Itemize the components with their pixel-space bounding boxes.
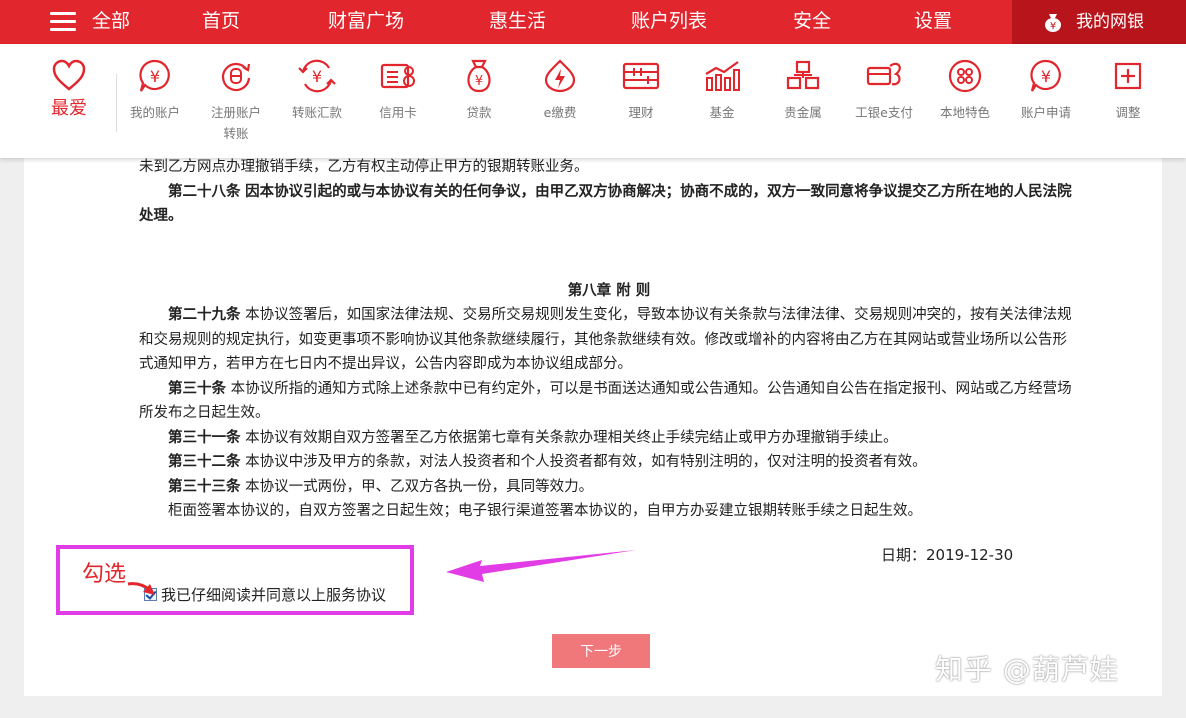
svg-text:¥: ¥ <box>475 74 483 89</box>
top-nav: 全部 首页 财富广场 惠生活 账户列表 安全 设置 ¥ 我的网银 <box>0 0 1186 44</box>
money-bag-icon: ¥ <box>467 59 491 93</box>
article-title: 第三十一条 <box>168 429 241 446</box>
my-bank-label: 我的网银 <box>1076 12 1144 32</box>
toolbar-label: 理财 <box>628 105 654 120</box>
article-body: 本协议有效期自双方签署至乙方依据第七章有关条款办理相关终止手续完结止或甲方办理撤… <box>245 429 898 446</box>
nav-all[interactable]: 全部 <box>92 0 130 44</box>
yen-bubble-icon: ¥ <box>1030 59 1061 92</box>
toolbar-label: e缴费 <box>543 105 577 120</box>
toolbar-label: 我的账户 <box>129 105 180 120</box>
yen-bubble-icon: ¥ <box>139 59 170 92</box>
bar-chart-icon <box>705 61 740 91</box>
article-title: 第三十三条 <box>168 478 241 495</box>
svg-text:¥: ¥ <box>150 67 160 86</box>
toolbar-label: 基金 <box>709 105 735 120</box>
article-body: 本协议签署后，如国家法律法规、交易所交易规则发生变化，导致本协议有关条款与法律法… <box>139 307 1072 372</box>
article-32: 第三十二条 本协议中涉及甲方的条款，对法人投资者和个人投资者都有效，如有特别注明… <box>139 450 1079 475</box>
favorites-label: 最爱 <box>51 98 87 119</box>
article-31: 第三十一条 本协议有效期自双方签署至乙方依据第七章有关条款办理相关终止手续完结止… <box>139 426 1079 451</box>
nav-settings[interactable]: 设置 <box>914 0 952 44</box>
chapter-title: 第八章 附 则 <box>567 282 651 299</box>
toolbar-label: 注册账户转账 <box>210 105 261 141</box>
toolbar-label: 信用卡 <box>379 105 417 120</box>
closing-paragraph: 柜面签署本协议的，自双方签署之日起生效；电子银行渠道签署本协议的，自甲方办妥建立… <box>168 503 922 519</box>
article-29: 第二十九条 本协议签署后，如国家法律法规、交易所交易规则发生变化，导致本协议有关… <box>139 303 1079 377</box>
svg-text:¥: ¥ <box>1041 67 1051 86</box>
toolbar-register-transfer[interactable]: 注册账户转账 <box>196 58 276 144</box>
toolbar-label: 账户申请 <box>1020 105 1071 120</box>
toolbar-precious-metal[interactable]: 贵金属 <box>763 58 843 123</box>
toolbar-label: 工银e支付 <box>855 105 913 120</box>
toolbar-e-payment[interactable]: e缴费 <box>520 58 600 123</box>
toolbar-account-application[interactable]: ¥ 账户申请 <box>1006 58 1086 123</box>
agreement-date: 日期：2019-12-30 <box>881 546 1014 564</box>
article-30: 第三十条 本协议所指的通知方式除上述条款中已有约定外，可以是书面送达通知或公告通… <box>139 377 1079 426</box>
agree-label: 我已仔细阅读并同意以上服务协议 <box>161 586 387 604</box>
lightning-icon <box>544 59 576 93</box>
agree-checkbox[interactable] <box>144 588 157 601</box>
article-title: 第二十九条 <box>168 307 241 323</box>
money-bag-icon: ¥ <box>1045 14 1061 32</box>
plus-square-icon <box>1114 62 1142 90</box>
toolbar-favorites[interactable]: 最爱 <box>29 58 109 119</box>
toolbar-label: 转账汇款 <box>291 105 342 120</box>
article-title: 第三十条 <box>168 380 226 397</box>
function-toolbar: 最爱 ¥ 我的账户 注册账户转账 ¥ 转账汇款 信用卡 ¥ 贷款 e缴费 理财 … <box>0 44 1186 158</box>
toolbar-fund[interactable]: 基金 <box>682 58 762 123</box>
toolbar-adjust[interactable]: 调整 <box>1088 58 1168 123</box>
toolbar-label: 贷款 <box>466 105 492 120</box>
toolbar-wealth-management[interactable]: 理财 <box>601 58 681 123</box>
my-bank-button[interactable]: ¥ 我的网银 <box>1012 0 1186 44</box>
e-pay-icon <box>866 62 901 86</box>
article-body: 因本协议引起的或与本协议有关的任何争议，由甲乙双方协商解决；协商不成的，双方一致… <box>139 183 1072 225</box>
nav-wealth-plaza[interactable]: 财富广场 <box>328 0 404 44</box>
toolbar-label: 调整 <box>1115 105 1141 120</box>
agree-checkbox-row[interactable]: 我已仔细阅读并同意以上服务协议 <box>144 584 386 605</box>
toolbar-credit-card[interactable]: 信用卡 <box>358 58 438 123</box>
nav-life[interactable]: 惠生活 <box>489 0 546 44</box>
article-28: 第二十八条 因本协议引起的或与本协议有关的任何争议，由甲乙双方协商解决；协商不成… <box>139 180 1079 229</box>
nav-home[interactable]: 首页 <box>202 0 240 44</box>
toolbar-icbc-e-pay[interactable]: 工银e支付 <box>844 58 924 123</box>
paragraph: 未到乙方网点办理撤销手续，乙方有权主动停止甲方的银期转账业务。 <box>139 159 589 175</box>
toolbar-my-account[interactable]: ¥ 我的账户 <box>115 58 195 123</box>
agreement-panel: 未到乙方网点办理撤销手续，乙方有权主动停止甲方的银期转账业务。 第二十八条 因本… <box>24 158 1162 696</box>
article-33: 第三十三条 本协议一式两份，甲、乙双方各执一份，具同等效力。 <box>139 475 1079 500</box>
toolbar-loan[interactable]: ¥ 贷款 <box>439 58 519 123</box>
article-title: 第二十八条 <box>168 183 241 200</box>
article-body: 本协议一式两份，甲、乙双方各执一份，具同等效力。 <box>245 478 594 495</box>
toolbar-label: 本地特色 <box>939 105 990 120</box>
nav-security[interactable]: 安全 <box>793 0 831 44</box>
credit-card-icon <box>380 63 415 89</box>
article-body: 本协议所指的通知方式除上述条款中已有约定外，可以是书面送达通知或公告通知。公告通… <box>139 380 1072 422</box>
gold-bars-icon <box>786 60 820 90</box>
menu-icon[interactable] <box>50 12 76 32</box>
toolbar-label: 贵金属 <box>784 105 822 120</box>
nav-account-list[interactable]: 账户列表 <box>631 0 707 44</box>
local-dots-icon <box>948 59 982 93</box>
next-step-button[interactable]: 下一步 <box>552 634 650 668</box>
annotation-label: 勾选 <box>82 562 127 587</box>
transfer-cycle-icon <box>221 62 251 92</box>
svg-text:¥: ¥ <box>1050 21 1056 32</box>
article-body: 本协议中涉及甲方的条款，对法人投资者和个人投资者都有效，如有特别注明的，仅对注明… <box>245 454 927 470</box>
abacus-icon <box>622 62 660 90</box>
watermark: 知乎 @葫芦娃 <box>935 653 1119 686</box>
toolbar-transfer[interactable]: ¥ 转账汇款 <box>277 58 357 123</box>
toolbar-local-feature[interactable]: 本地特色 <box>925 58 1005 123</box>
heart-icon <box>52 59 86 91</box>
agreement-text: 未到乙方网点办理撤销手续，乙方有权主动停止甲方的银期转账业务。 第二十八条 因本… <box>139 158 1079 524</box>
article-title: 第三十二条 <box>168 454 241 470</box>
svg-text:¥: ¥ <box>312 67 322 86</box>
yen-exchange-icon: ¥ <box>298 59 336 93</box>
